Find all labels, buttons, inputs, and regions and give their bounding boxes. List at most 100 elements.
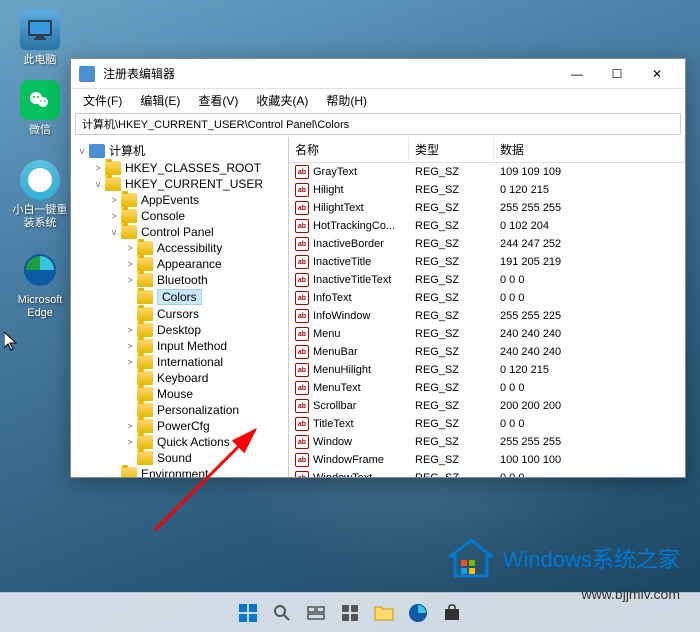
- maximize-button[interactable]: ☐: [597, 60, 637, 88]
- registry-value-row[interactable]: abHotTrackingCo...REG_SZ0 102 204: [289, 217, 685, 235]
- value-data: 0 0 0: [494, 416, 685, 432]
- widgets-icon[interactable]: [336, 599, 364, 627]
- chevron-down-icon[interactable]: v: [107, 227, 121, 237]
- desktop-icon-edge[interactable]: Microsoft Edge: [10, 250, 70, 320]
- list-panel[interactable]: 名称 类型 数据 abGrayTextREG_SZ109 109 109abHi…: [289, 137, 685, 477]
- string-value-icon: ab: [295, 435, 309, 449]
- desktop-icon-wechat[interactable]: 微信: [10, 80, 70, 137]
- tree-node-bluetooth[interactable]: > Bluetooth: [71, 272, 288, 288]
- tree-panel[interactable]: v 计算机 >HKEY_CLASSES_ROOTvHKEY_CURRENT_US…: [71, 137, 289, 477]
- explorer-icon[interactable]: [370, 599, 398, 627]
- edge-taskbar-icon[interactable]: [404, 599, 432, 627]
- tree-node-international[interactable]: >International: [71, 354, 288, 370]
- tree-label: PowerCfg: [157, 419, 210, 433]
- registry-value-row[interactable]: abInactiveBorderREG_SZ244 247 252: [289, 235, 685, 253]
- tree-node-appearance[interactable]: >Appearance: [71, 256, 288, 272]
- chevron-right-icon[interactable]: >: [123, 421, 137, 431]
- registry-value-row[interactable]: abMenuBarREG_SZ240 240 240: [289, 343, 685, 361]
- registry-value-row[interactable]: abMenuTextREG_SZ0 0 0: [289, 379, 685, 397]
- store-icon[interactable]: [438, 599, 466, 627]
- address-bar[interactable]: 计算机\HKEY_CURRENT_USER\Control Panel\Colo…: [75, 113, 681, 135]
- tree-node-input-method[interactable]: >Input Method: [71, 338, 288, 354]
- chevron-right-icon[interactable]: >: [107, 195, 121, 205]
- registry-value-row[interactable]: abMenuREG_SZ240 240 240: [289, 325, 685, 343]
- taskbar[interactable]: [0, 592, 700, 632]
- tree-node-cursors[interactable]: Cursors: [71, 306, 288, 322]
- tree-label: Cursors: [157, 307, 199, 321]
- chevron-right-icon[interactable]: >: [123, 275, 137, 285]
- minimize-button[interactable]: —: [557, 60, 597, 88]
- menu-file[interactable]: 文件(F): [75, 90, 130, 111]
- menu-view[interactable]: 查看(V): [190, 90, 246, 111]
- chevron-down-icon[interactable]: v: [91, 179, 105, 189]
- chevron-right-icon[interactable]: >: [123, 259, 137, 269]
- registry-value-row[interactable]: abTitleTextREG_SZ0 0 0: [289, 415, 685, 433]
- registry-value-row[interactable]: abInfoTextREG_SZ0 0 0: [289, 289, 685, 307]
- registry-value-row[interactable]: abMenuHilightREG_SZ0 120 215: [289, 361, 685, 379]
- chevron-right-icon[interactable]: >: [123, 243, 137, 253]
- folder-icon: [137, 241, 153, 255]
- close-button[interactable]: ✕: [637, 60, 677, 88]
- registry-value-row[interactable]: abWindowREG_SZ255 255 255: [289, 433, 685, 451]
- menu-help[interactable]: 帮助(H): [318, 90, 375, 111]
- string-value-icon: ab: [295, 399, 309, 413]
- desktop-icon-xiaobai[interactable]: 小白一键重装系统: [10, 160, 70, 230]
- chevron-right-icon[interactable]: >: [123, 325, 137, 335]
- tree-node-sound[interactable]: Sound: [71, 450, 288, 466]
- column-header-name[interactable]: 名称: [289, 137, 409, 162]
- value-data: 244 247 252: [494, 236, 685, 252]
- registry-value-row[interactable]: abGrayTextREG_SZ109 109 109: [289, 163, 685, 181]
- tree-node-personalization[interactable]: Personalization: [71, 402, 288, 418]
- titlebar[interactable]: 注册表编辑器 — ☐ ✕: [71, 59, 685, 89]
- menu-edit[interactable]: 编辑(E): [132, 90, 188, 111]
- string-value-icon: ab: [295, 165, 309, 179]
- tree-node-control-panel[interactable]: vControl Panel: [71, 224, 288, 240]
- value-name: abScrollbar: [289, 398, 409, 414]
- string-value-icon: ab: [295, 381, 309, 395]
- folder-icon: [137, 435, 153, 449]
- tree-node-keyboard[interactable]: Keyboard: [71, 370, 288, 386]
- chevron-right-icon[interactable]: >: [123, 341, 137, 351]
- registry-value-row[interactable]: abInactiveTitleTextREG_SZ0 0 0: [289, 271, 685, 289]
- tree-label: Bluetooth: [157, 273, 208, 287]
- column-header-data[interactable]: 数据: [494, 137, 685, 162]
- chevron-right-icon[interactable]: >: [107, 211, 121, 221]
- tree-node-accessibility[interactable]: >Accessibility: [71, 240, 288, 256]
- tree-node-powercfg[interactable]: > PowerCfg: [71, 418, 288, 434]
- tree-node-hkey-current-user[interactable]: vHKEY_CURRENT_USER: [71, 176, 288, 192]
- start-button[interactable]: [234, 599, 262, 627]
- value-name: abWindowFrame: [289, 452, 409, 468]
- tree-node-quick-actions[interactable]: >Quick Actions: [71, 434, 288, 450]
- registry-value-row[interactable]: abWindowTextREG_SZ0 0 0: [289, 469, 685, 477]
- registry-value-row[interactable]: abHilightREG_SZ0 120 215: [289, 181, 685, 199]
- registry-value-row[interactable]: abInactiveTitleREG_SZ191 205 219: [289, 253, 685, 271]
- chevron-right-icon[interactable]: >: [123, 357, 137, 367]
- registry-value-row[interactable]: abWindowFrameREG_SZ100 100 100: [289, 451, 685, 469]
- chevron-right-icon[interactable]: >: [123, 437, 137, 447]
- tree-node-console[interactable]: >Console: [71, 208, 288, 224]
- task-view-icon[interactable]: [302, 599, 330, 627]
- tree-node-mouse[interactable]: Mouse: [71, 386, 288, 402]
- desktop-icon-this-pc[interactable]: 此电脑: [10, 10, 70, 67]
- tree-node-appevents[interactable]: >AppEvents: [71, 192, 288, 208]
- search-icon[interactable]: [268, 599, 296, 627]
- string-value-icon: ab: [295, 183, 309, 197]
- chevron-right-icon[interactable]: >: [91, 163, 105, 173]
- registry-value-row[interactable]: abScrollbarREG_SZ200 200 200: [289, 397, 685, 415]
- registry-value-row[interactable]: abInfoWindowREG_SZ255 255 225: [289, 307, 685, 325]
- tree-node-colors[interactable]: Colors: [71, 288, 288, 306]
- registry-value-row[interactable]: abHilightTextREG_SZ255 255 255: [289, 199, 685, 217]
- chevron-down-icon[interactable]: v: [75, 146, 89, 156]
- value-name: abWindowText: [289, 470, 409, 477]
- tree-node-environment[interactable]: Environment: [71, 466, 288, 477]
- column-header-type[interactable]: 类型: [409, 137, 494, 162]
- string-value-icon: ab: [295, 309, 309, 323]
- tree-root[interactable]: v 计算机: [71, 141, 288, 160]
- string-value-icon: ab: [295, 291, 309, 305]
- menu-favorites[interactable]: 收藏夹(A): [248, 90, 316, 111]
- tree-node-hkey-classes-root[interactable]: >HKEY_CLASSES_ROOT: [71, 160, 288, 176]
- desktop-icon-label: 微信: [10, 124, 70, 137]
- tree-label: Desktop: [157, 323, 201, 337]
- tree-node-desktop[interactable]: > Desktop: [71, 322, 288, 338]
- string-value-icon: ab: [295, 363, 309, 377]
